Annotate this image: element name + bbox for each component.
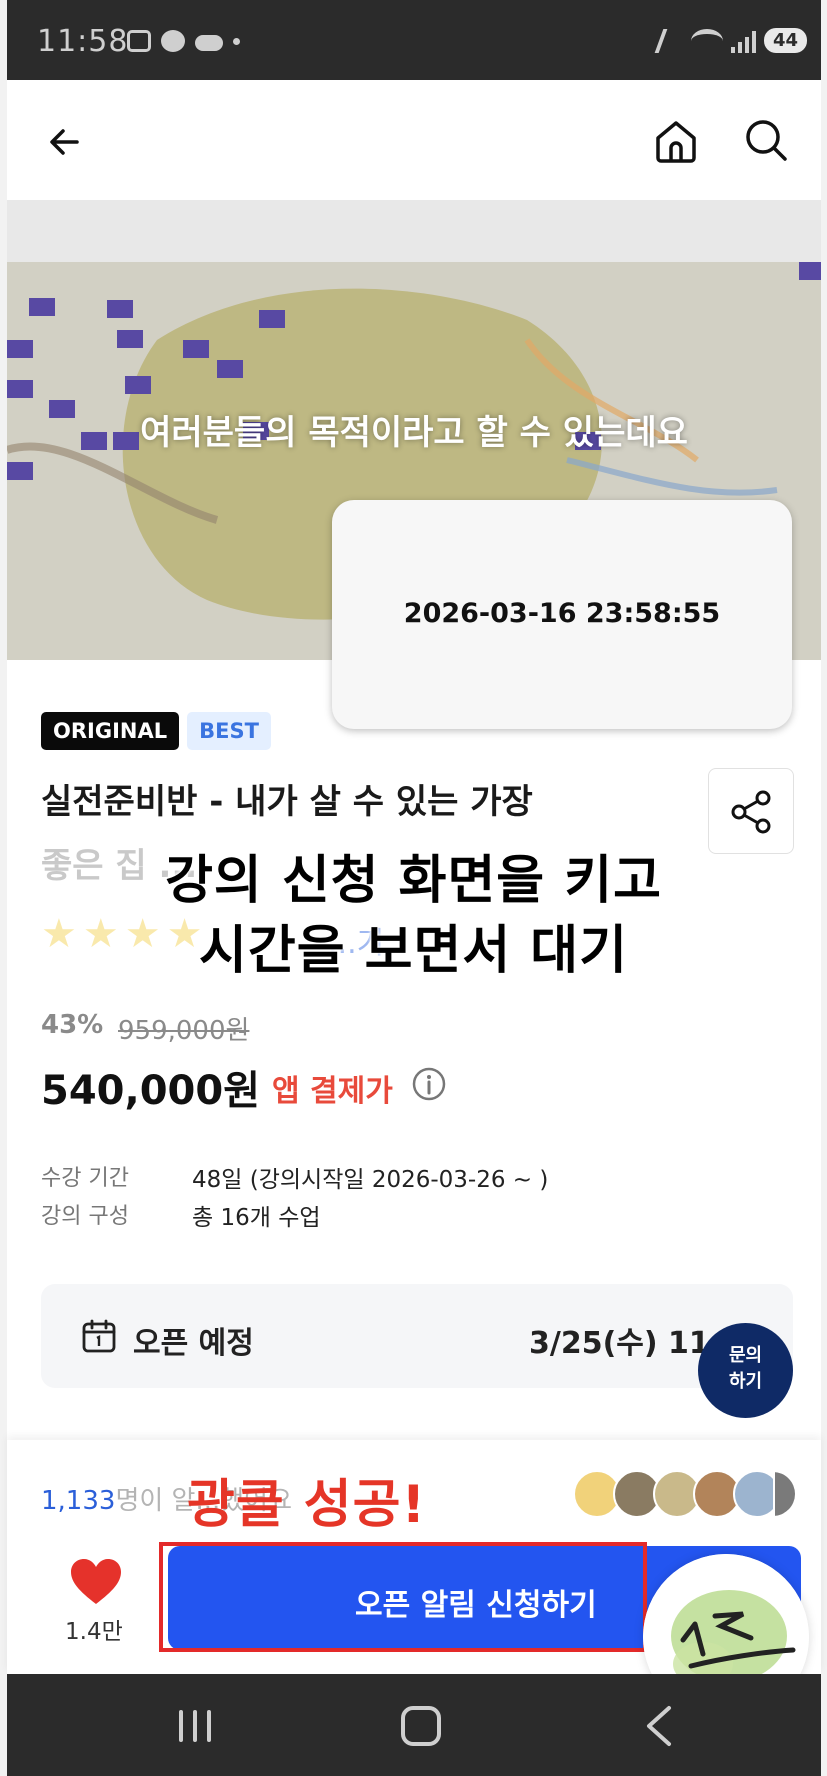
top-app-bar	[7, 80, 821, 200]
recent-apps-icon[interactable]	[175, 1710, 215, 1742]
course-badges: ORIGINAL BEST	[41, 712, 271, 750]
composition-label: 강의 구성	[41, 1204, 129, 1229]
inquiry-button[interactable]: 문의 하기	[698, 1323, 793, 1418]
status-time: 11:58	[37, 24, 129, 59]
inquiry-label-line2: 하기	[728, 1371, 763, 1392]
screenshot-icon	[127, 30, 151, 52]
chat-icon	[161, 30, 185, 52]
avatar	[773, 1470, 797, 1518]
sale-price: 540,000원	[41, 1068, 260, 1114]
overlay-annotation-line2: 시간을 보면서 대기	[199, 921, 628, 981]
back-button-icon[interactable]	[639, 1702, 683, 1750]
composition-value: 총 16개 수업	[192, 1205, 321, 1231]
cloud-icon	[195, 35, 223, 51]
original-badge: ORIGINAL	[41, 712, 180, 750]
search-icon[interactable]	[742, 116, 790, 164]
app-price-label: 앱 결제가	[272, 1074, 393, 1109]
discount-rate: 43%	[41, 1010, 104, 1040]
signal-icon	[730, 29, 756, 53]
home-button-icon[interactable]	[401, 1706, 441, 1746]
calendar-icon	[82, 1319, 116, 1353]
overlay-annotation-line1: 강의 신청 화면을 키고	[165, 851, 662, 911]
status-system-icons: 44	[654, 28, 807, 53]
period-value: 48일 (강의시작일 2026-03-26 ~ )	[192, 1167, 549, 1193]
original-price: 959,000원	[118, 1016, 250, 1046]
home-icon[interactable]	[651, 116, 701, 166]
battery-indicator: 44	[763, 28, 807, 53]
heart-icon[interactable]	[69, 1558, 123, 1606]
system-navigation-bar	[7, 1674, 821, 1776]
mute-icon	[654, 28, 688, 53]
more-notifications-icon	[233, 37, 240, 45]
success-annotation: 광클 성공!	[187, 1475, 427, 1535]
like-count: 1.4만	[65, 1619, 123, 1645]
open-schedule-label: 오픈 예정	[133, 1326, 254, 1361]
wifi-icon	[690, 28, 723, 53]
back-arrow-icon[interactable]	[43, 120, 87, 164]
timestamp-card: 2026-03-16 23:58:55	[332, 500, 792, 729]
period-label: 수강 기간	[41, 1166, 129, 1191]
applicants-count: 1,133	[41, 1486, 116, 1516]
highlight-box	[159, 1542, 647, 1652]
status-notification-icons	[127, 30, 240, 52]
current-timestamp: 2026-03-16 23:58:55	[403, 598, 721, 629]
video-caption: 여러분들의 목적이라고 할 수 있는데요	[140, 413, 688, 453]
best-badge: BEST	[187, 712, 271, 750]
open-schedule-box: 오픈 예정 3/25(수) 11:...	[41, 1284, 793, 1388]
inquiry-label-line1: 문의	[728, 1345, 763, 1366]
status-bar: 11:58 44	[7, 0, 821, 80]
course-title-line1: 실전준비반 - 내가 살 수 있는 가장	[41, 782, 533, 822]
info-icon[interactable]	[411, 1066, 447, 1102]
applicant-avatars	[573, 1470, 797, 1518]
share-icon	[731, 790, 771, 834]
